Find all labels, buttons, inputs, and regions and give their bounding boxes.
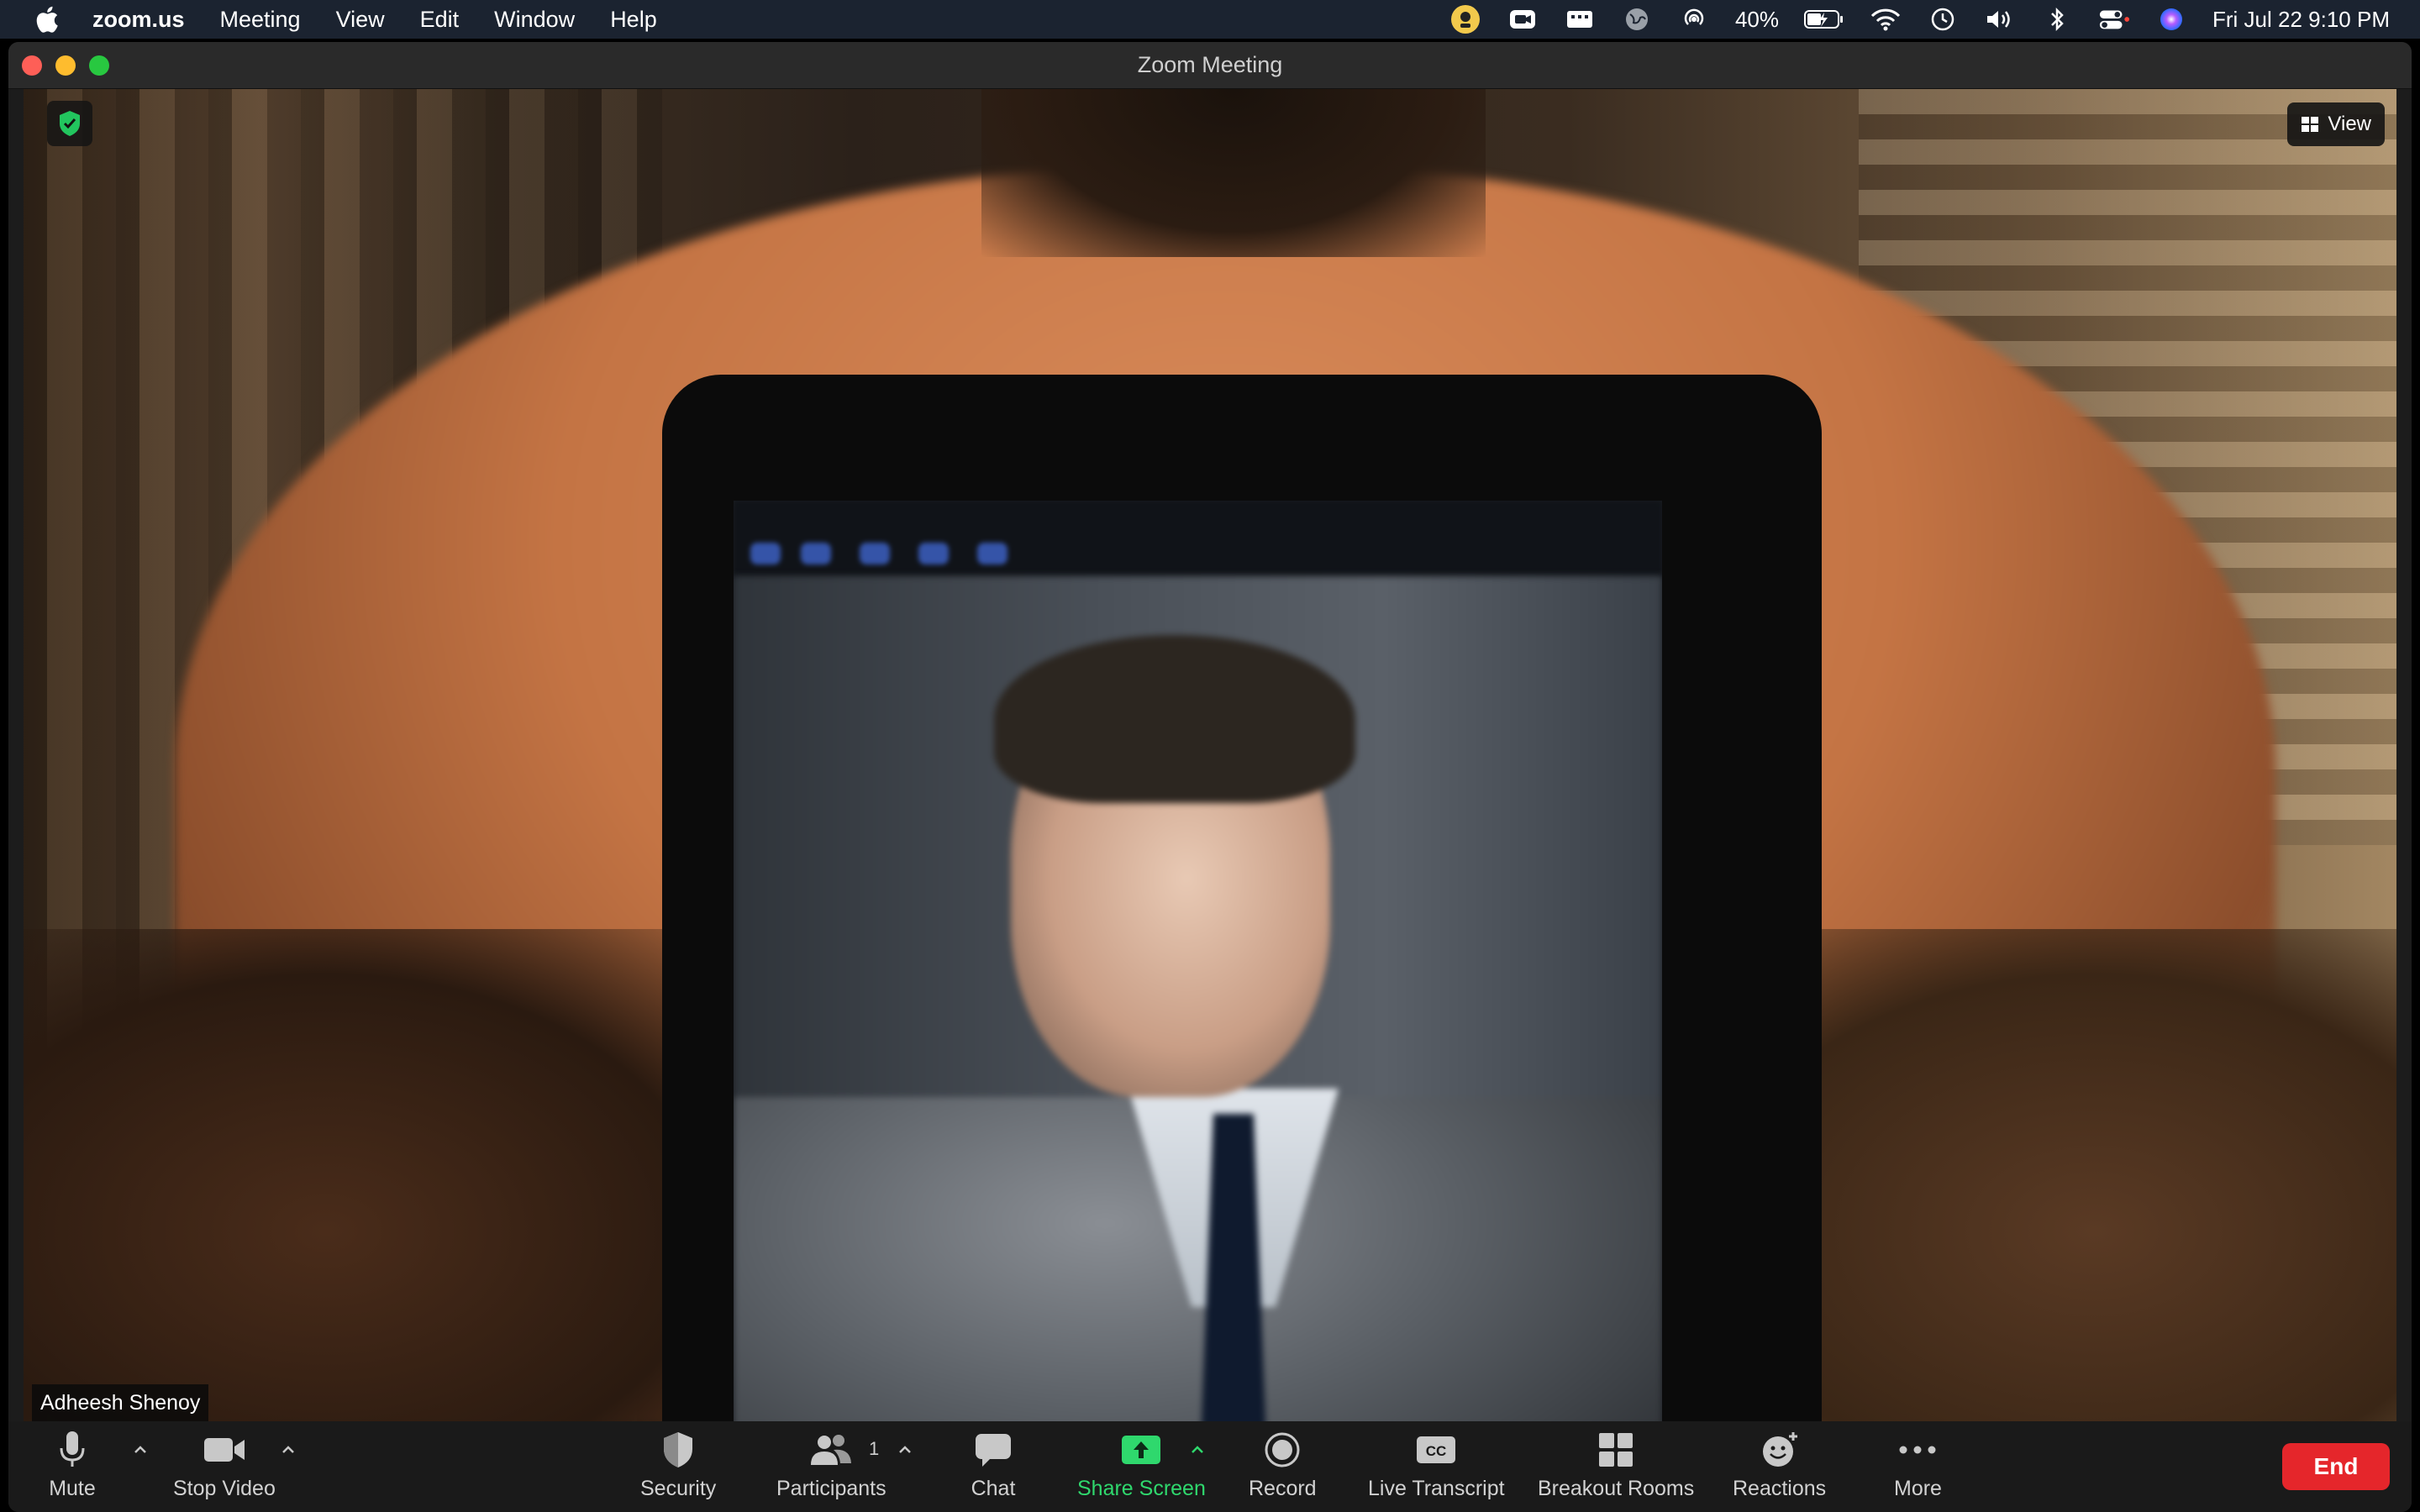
keyboard-brightness-icon[interactable] — [1564, 7, 1596, 32]
meeting-controls-toolbar: Mute Stop Video Security Participants 1 … — [8, 1421, 2412, 1512]
share-screen-button[interactable]: Share Screen — [1077, 1428, 1206, 1505]
menu-app-name[interactable]: zoom.us — [92, 7, 185, 33]
apple-logo-icon[interactable] — [32, 4, 60, 34]
zoom-app-icon[interactable] — [1449, 5, 1481, 34]
more-button[interactable]: More — [1894, 1428, 1942, 1505]
end-meeting-button[interactable]: End — [2282, 1443, 2390, 1490]
window-close-button[interactable] — [22, 55, 42, 76]
bluetooth-icon[interactable] — [2041, 7, 2073, 32]
participants-icon — [811, 1435, 852, 1465]
breakout-rooms-icon — [1599, 1433, 1634, 1467]
tablet-toolbar-icon — [918, 543, 949, 564]
participant-neck — [981, 89, 1486, 257]
menu-window[interactable]: Window — [494, 7, 575, 33]
record-icon — [1265, 1432, 1300, 1467]
video-camera-icon[interactable] — [1507, 7, 1539, 32]
microphone-icon — [60, 1431, 85, 1467]
time-machine-icon[interactable] — [1927, 7, 1959, 32]
closed-captions-badge: CC — [1426, 1443, 1447, 1459]
tablet-toolbar-icon — [977, 543, 1007, 564]
participant-name: Adheesh Shenoy — [40, 1390, 201, 1415]
shield-icon — [664, 1432, 693, 1467]
portrait-photo — [734, 576, 1662, 1421]
siri-icon[interactable] — [2155, 7, 2187, 32]
encryption-shield-icon[interactable] — [47, 101, 92, 146]
breakout-rooms-button[interactable]: Breakout Rooms — [1538, 1428, 1694, 1505]
more-ellipsis-icon — [1899, 1446, 1936, 1454]
tablet-toolbar-icon — [860, 543, 890, 564]
participant-video[interactable]: View Adheesh Shenoy — [24, 89, 2396, 1421]
chat-label: Chat — [971, 1477, 1016, 1500]
live-transcript-button[interactable]: CC Live Transcript — [1368, 1428, 1505, 1505]
chat-button[interactable]: Chat — [970, 1428, 1017, 1505]
record-button[interactable]: Record — [1249, 1428, 1317, 1505]
mute-label: Mute — [49, 1477, 96, 1500]
reactions-label: Reactions — [1733, 1477, 1827, 1500]
stop-video-button[interactable]: Stop Video — [173, 1428, 276, 1505]
video-options-chevron-up-icon[interactable] — [279, 1440, 297, 1458]
security-button[interactable]: Security — [640, 1428, 716, 1505]
battery-icon[interactable] — [1804, 7, 1844, 32]
battery-percent: 40% — [1734, 6, 1780, 32]
share-screen-icon — [1122, 1436, 1161, 1464]
participants-label: Participants — [776, 1477, 886, 1500]
share-screen-label: Share Screen — [1077, 1477, 1206, 1500]
more-label: More — [1894, 1477, 1942, 1500]
breakout-rooms-label: Breakout Rooms — [1538, 1477, 1695, 1500]
menu-bar-status-area: 40% Fri Jul 22 9:10 PM — [1449, 0, 2390, 39]
macos-menu-bar: zoom.us Meeting View Edit Window Help 40… — [0, 0, 2420, 39]
security-label: Security — [640, 1477, 717, 1500]
window-fullscreen-button[interactable] — [89, 55, 109, 76]
window-titlebar[interactable]: Zoom Meeting — [8, 42, 2412, 89]
video-camera-icon — [203, 1438, 245, 1462]
volume-icon[interactable] — [1984, 7, 2016, 32]
participants-options-chevron-up-icon[interactable] — [896, 1440, 914, 1458]
control-center-icon[interactable] — [2098, 7, 2130, 32]
end-label: End — [2313, 1453, 2359, 1479]
audio-options-chevron-up-icon[interactable] — [131, 1440, 150, 1458]
chat-bubble-icon — [976, 1434, 1011, 1467]
record-label: Record — [1249, 1477, 1317, 1500]
closed-captions-icon: CC — [1417, 1436, 1456, 1463]
view-button[interactable]: View — [2287, 102, 2385, 146]
reactions-button[interactable]: Reactions — [1733, 1428, 1826, 1505]
participant-name-tag: Adheesh Shenoy — [32, 1384, 209, 1421]
wifi-icon[interactable] — [1870, 7, 1902, 32]
menu-edit[interactable]: Edit — [420, 7, 460, 33]
view-button-label: View — [2328, 113, 2371, 135]
window-title: Zoom Meeting — [1137, 52, 1283, 77]
share-options-chevron-up-icon[interactable] — [1188, 1440, 1207, 1458]
portrait-hair — [994, 635, 1355, 803]
reactions-smiley-icon — [1762, 1432, 1797, 1467]
menu-meeting[interactable]: Meeting — [220, 7, 301, 33]
zoom-meeting-window: Zoom Meeting View Adheesh Shenoy Mute St… — [8, 42, 2412, 1512]
live-transcript-label: Live Transcript — [1368, 1477, 1505, 1500]
tablet-toolbar-icon — [750, 543, 781, 564]
tablet-toolbar — [734, 501, 1662, 576]
mute-button[interactable]: Mute — [49, 1428, 96, 1505]
menu-bar-clock[interactable]: Fri Jul 22 9:10 PM — [2212, 7, 2390, 33]
menu-view[interactable]: View — [336, 7, 385, 33]
held-tablet — [662, 375, 1822, 1421]
menu-help[interactable]: Help — [610, 7, 657, 33]
tablet-toolbar-icon — [801, 543, 831, 564]
participants-count: 1 — [869, 1438, 880, 1459]
stop-video-label: Stop Video — [173, 1477, 276, 1500]
airdrop-icon[interactable] — [1678, 7, 1710, 32]
tablet-screen — [734, 501, 1662, 1421]
globe-icon[interactable] — [1621, 7, 1653, 32]
grid-view-icon — [2302, 117, 2319, 132]
window-minimize-button[interactable] — [55, 55, 76, 76]
